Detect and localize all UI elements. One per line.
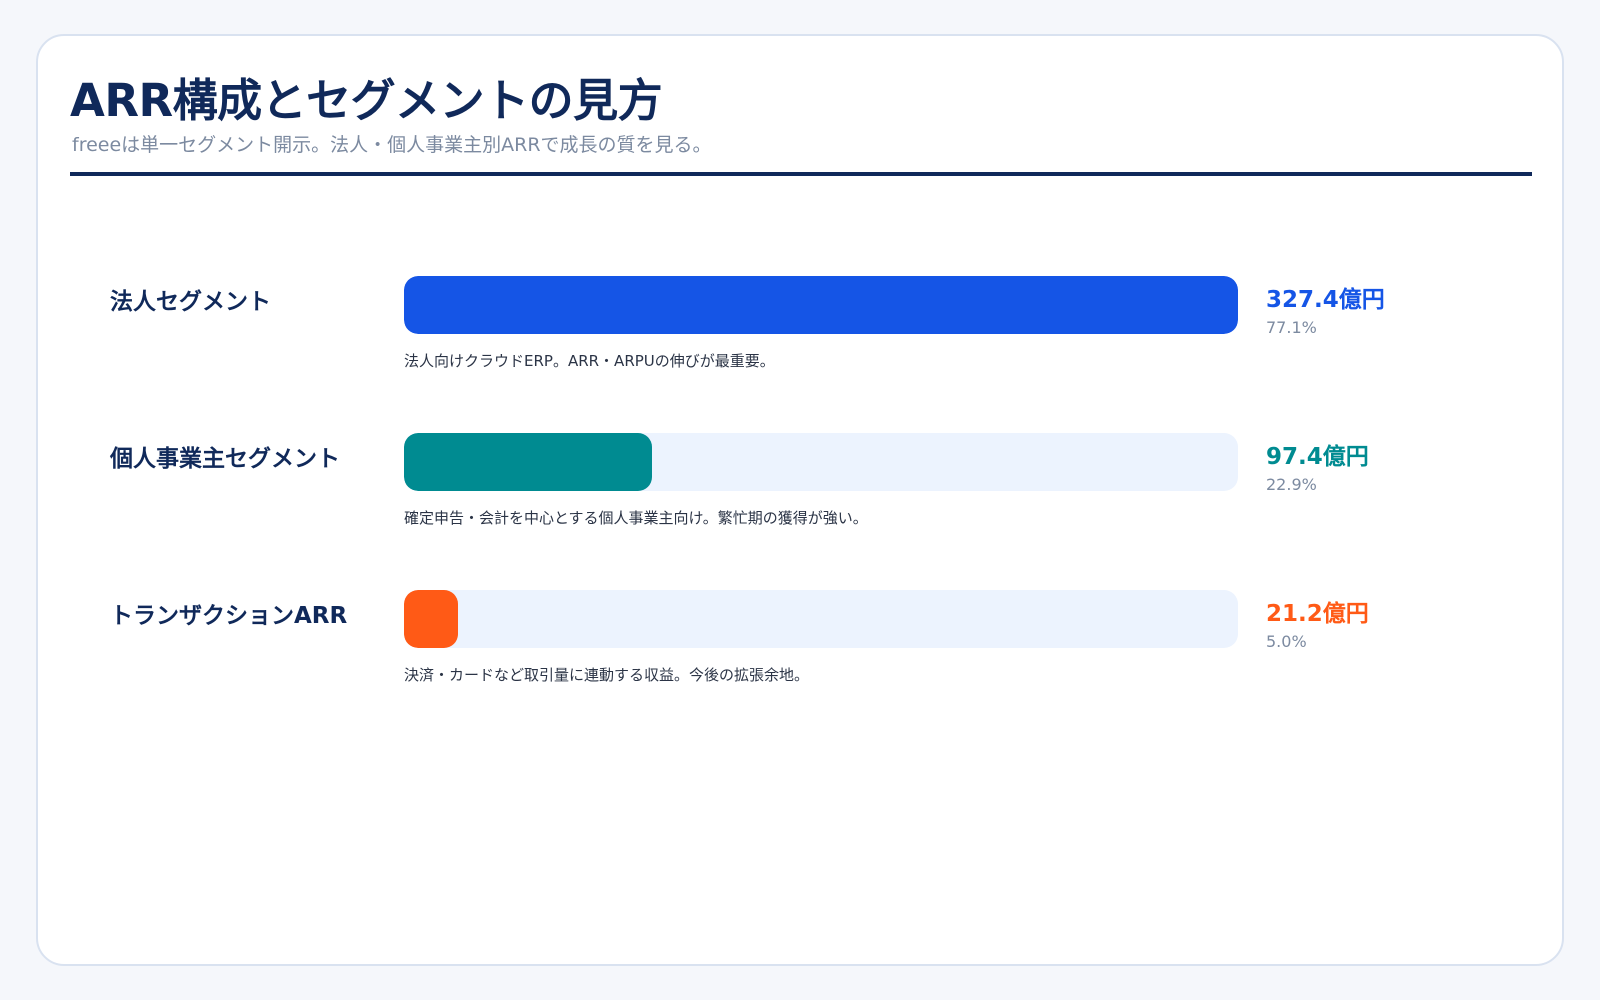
share-label: 77.1% bbox=[1266, 318, 1317, 337]
bar-track bbox=[404, 590, 1238, 648]
bar-description: 法人向けクラウドERP。ARR・ARPUの伸びが最重要。 bbox=[404, 352, 775, 370]
share-label: 22.9% bbox=[1266, 475, 1317, 494]
bar-fill-individual bbox=[404, 433, 652, 491]
segment-label: 個人事業主セグメント bbox=[110, 446, 340, 472]
share-label: 5.0% bbox=[1266, 632, 1307, 651]
title-divider bbox=[70, 172, 1532, 176]
segment-row-transaction: トランザクションARR 決済・カードなど取引量に連動する収益。今後の拡張余地。 … bbox=[38, 590, 1566, 710]
segment-row-corporate: 法人セグメント 法人向けクラウドERP。ARR・ARPUの伸びが最重要。 327… bbox=[38, 276, 1566, 396]
bar-track bbox=[404, 276, 1238, 334]
bar-description: 決済・カードなど取引量に連動する収益。今後の拡張余地。 bbox=[404, 666, 810, 684]
segment-label: 法人セグメント bbox=[110, 289, 271, 315]
value-label: 97.4億円 bbox=[1266, 444, 1369, 470]
value-label: 21.2億円 bbox=[1266, 601, 1369, 627]
page-title: ARR構成とセグメントの見方 bbox=[70, 74, 663, 127]
bar-fill-corporate bbox=[404, 276, 1238, 334]
bar-description: 確定申告・会計を中心とする個人事業主向け。繁忙期の獲得が強い。 bbox=[404, 509, 868, 527]
segment-row-individual: 個人事業主セグメント 確定申告・会計を中心とする個人事業主向け。繁忙期の獲得が強… bbox=[38, 433, 1566, 553]
value-label: 327.4億円 bbox=[1266, 287, 1385, 313]
bar-fill-transaction bbox=[404, 590, 458, 648]
bar-track bbox=[404, 433, 1238, 491]
chart-card: ARR構成とセグメントの見方 freeeは単一セグメント開示。法人・個人事業主別… bbox=[36, 34, 1564, 966]
page-subtitle: freeeは単一セグメント開示。法人・個人事業主別ARRで成長の質を見る。 bbox=[72, 134, 712, 156]
segment-label: トランザクションARR bbox=[110, 603, 348, 629]
